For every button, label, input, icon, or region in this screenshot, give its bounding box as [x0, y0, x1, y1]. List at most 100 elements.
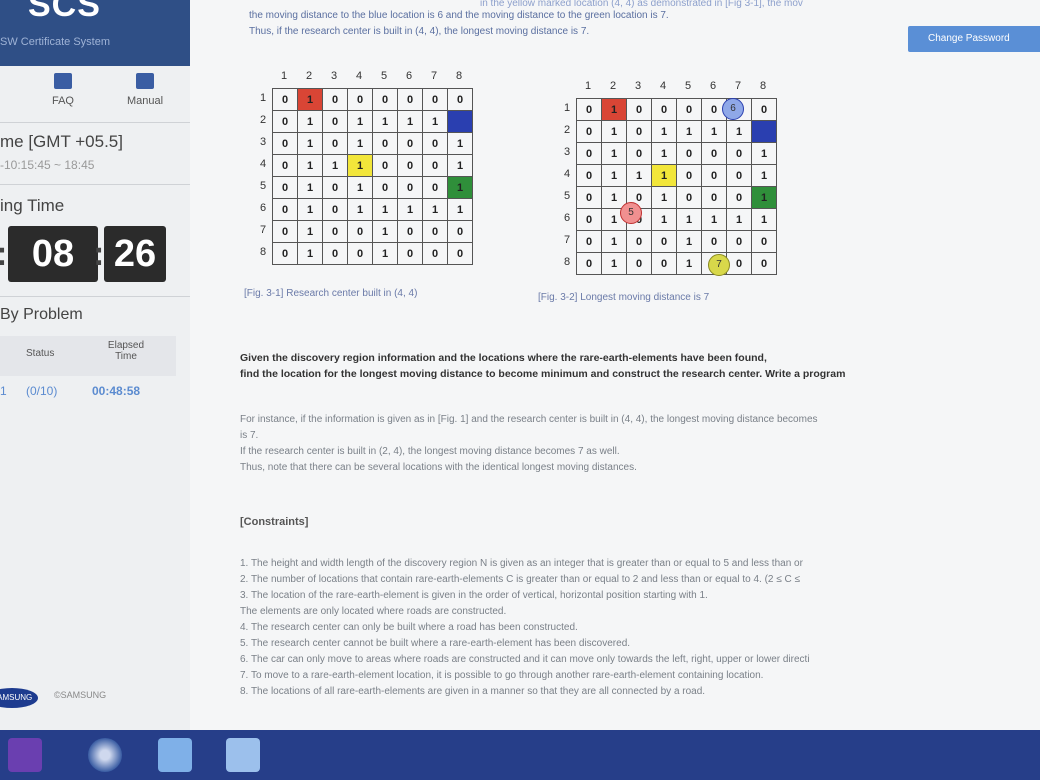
grid-cell: 1: [601, 230, 627, 253]
grid-cell: 0: [576, 164, 602, 187]
grid-cell: 1: [297, 154, 323, 177]
grid-cell: 0: [726, 186, 752, 209]
grid-cell: 1: [297, 242, 323, 265]
grid-cell: 0: [322, 198, 348, 221]
grid-cell: 0: [676, 98, 702, 121]
constraint-8: 8. The locations of all rare-earth-eleme…: [240, 686, 706, 697]
intro-text-2: Thus, if the research center is built in…: [249, 26, 590, 37]
row-header: 2: [260, 114, 267, 126]
grid-cell: 0: [626, 98, 652, 121]
row-header: 6: [260, 202, 267, 214]
grid-cell: 1: [422, 198, 448, 221]
grid-cell: [447, 110, 473, 133]
grid-cell: 0: [576, 230, 602, 253]
grid-cell: 1: [372, 110, 398, 133]
grid-cell: 0: [272, 88, 298, 111]
grid-cell: 1: [297, 220, 323, 243]
grid-cell: 0: [751, 98, 777, 121]
column-header: 1: [281, 70, 288, 82]
grid-cell: 0: [576, 120, 602, 143]
grid-cell: 1: [676, 208, 702, 231]
grid-cell: 1: [651, 142, 677, 165]
row-header: 1: [564, 102, 571, 114]
grid-cell: 1: [347, 176, 373, 199]
grid-cell: 0: [272, 132, 298, 155]
grid-cell: 0: [397, 132, 423, 155]
constraint-7: 7. To move to a rare-earth-element locat…: [240, 670, 764, 681]
constraint-4: 4. The research center can only be built…: [240, 622, 578, 633]
row-header: 5: [260, 180, 267, 192]
grid-cell: 1: [297, 198, 323, 221]
grid-cell: 0: [422, 176, 448, 199]
change-password-button[interactable]: Change Password: [908, 26, 1040, 52]
grid-cell: 0: [347, 88, 373, 111]
row-header: 7: [260, 224, 267, 236]
grid-cell: 1: [447, 198, 473, 221]
grid-cell: 1: [422, 110, 448, 133]
intro-text-0: in the yellow marked location (4, 4) as …: [480, 0, 803, 9]
figure-3-2-grid: 0100000001011110101000101110001010100010…: [576, 98, 777, 275]
visual-studio-icon[interactable]: [8, 738, 42, 772]
notepad-icon[interactable]: [226, 738, 260, 772]
sidebar: SCS SW Certificate System FAQ Manual me …: [0, 0, 191, 730]
grid-cell: 0: [272, 110, 298, 133]
grid-cell: 1: [297, 110, 323, 133]
example-text-3: Thus, note that there can be several loc…: [240, 462, 637, 473]
grid-cell: 1: [701, 120, 727, 143]
browser-icon[interactable]: [88, 738, 122, 772]
column-header: 6: [710, 80, 717, 92]
grid-cell: 0: [322, 110, 348, 133]
grid-cell: 0: [626, 230, 652, 253]
constraint-1: 1. The height and width length of the di…: [240, 558, 803, 569]
timer-minutes: 08: [8, 226, 98, 282]
column-header: 8: [456, 70, 463, 82]
grid-cell: 1: [701, 208, 727, 231]
grid-cell: 1: [372, 242, 398, 265]
app-icon[interactable]: [158, 738, 192, 772]
grid-cell: 0: [701, 164, 727, 187]
faq-button[interactable]: FAQ: [28, 70, 98, 107]
brand-name: SCS: [28, 0, 101, 24]
grid-cell: 0: [676, 186, 702, 209]
time-range: -10:15:45 ~ 18:45: [0, 158, 95, 172]
figure-3-1-caption: [Fig. 3-1] Research center built in (4, …: [244, 288, 418, 299]
constraint-3: 3. The location of the rare-earth-elemen…: [240, 590, 708, 601]
grid-cell: 1: [372, 220, 398, 243]
grid-cell: 1: [676, 230, 702, 253]
intro-text-1: the moving distance to the blue location…: [249, 10, 669, 21]
row-header: 3: [260, 136, 267, 148]
grid-cell: 0: [372, 88, 398, 111]
grid-cell: 0: [272, 154, 298, 177]
grid-cell: 1: [651, 208, 677, 231]
problem-statement-1: Given the discovery region information a…: [240, 352, 767, 364]
grid-cell: 0: [397, 176, 423, 199]
grid-cell: 1: [601, 252, 627, 275]
grid-cell: 0: [576, 186, 602, 209]
marker-blue-distance: 6: [722, 98, 744, 120]
marker-red-distance: 5: [620, 202, 642, 224]
divider: [0, 122, 190, 123]
faq-label: FAQ: [51, 95, 74, 107]
brand-subtitle: SW Certificate System: [0, 36, 111, 48]
grid-cell: 1: [626, 164, 652, 187]
row-header: 3: [564, 146, 571, 158]
row-header: 2: [564, 124, 571, 136]
gmt-label: me [GMT +05.5]: [0, 132, 123, 151]
column-header: 2: [306, 70, 313, 82]
grid-cell: 0: [676, 164, 702, 187]
constraint-3b: The elements are only located where road…: [240, 606, 507, 617]
grid-cell: 1: [651, 120, 677, 143]
faq-icon: [54, 73, 72, 89]
constraint-6: 6. The car can only move to areas where …: [240, 654, 810, 665]
problem-table-header: Status Elapsed Time: [0, 336, 176, 376]
grid-cell: 0: [397, 154, 423, 177]
column-header: 6: [406, 70, 413, 82]
grid-cell: 1: [676, 120, 702, 143]
grid-cell: 0: [397, 220, 423, 243]
manual-button[interactable]: Manual: [110, 70, 180, 107]
brand-header[interactable]: SCS SW Certificate System: [0, 0, 190, 66]
grid-cell: 1: [347, 132, 373, 155]
grid-cell: 0: [751, 252, 777, 275]
grid-cell: 0: [651, 230, 677, 253]
grid-cell: 0: [397, 242, 423, 265]
